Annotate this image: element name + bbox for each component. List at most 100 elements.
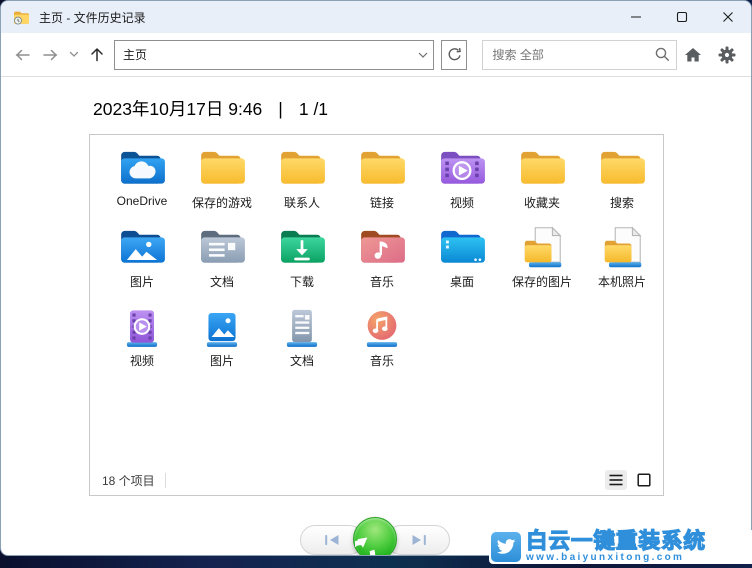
file-item[interactable]: 视频 <box>102 301 182 380</box>
search-box <box>482 39 677 70</box>
snapshot-heading: 2023年10月17日 9:46 | 1 /1 <box>93 96 328 121</box>
file-item-label: 音乐 <box>369 354 394 368</box>
bird-logo-icon <box>491 532 521 562</box>
file-item-label: 音乐 <box>369 275 394 289</box>
file-item-label: 保存的图片 <box>511 275 572 289</box>
maximize-button[interactable] <box>659 1 705 33</box>
refresh-button[interactable] <box>441 39 468 70</box>
onedrive-folder-icon <box>117 143 167 193</box>
videos-library-icon <box>117 301 167 351</box>
file-item-label: 图片 <box>129 275 154 289</box>
watermark-title: 白云一键重装系统 <box>525 529 707 553</box>
watermark: 白云一键重装系统 www.baiyunxitong.com <box>489 530 752 564</box>
music-library-icon <box>357 301 407 351</box>
recent-locations-button[interactable] <box>67 41 81 69</box>
restore-button[interactable] <box>353 517 397 555</box>
file-item-label: 保存的游戏 <box>191 196 252 210</box>
file-item-label: 图片 <box>209 354 234 368</box>
details-view-button[interactable] <box>605 470 627 490</box>
toolbar <box>1 33 751 77</box>
snapshot-date: 2023年10月17日 9:46 <box>93 99 263 119</box>
documents-folder-icon <box>197 222 247 272</box>
thumbnail-view-button[interactable] <box>633 470 655 490</box>
file-item[interactable]: 文档 <box>182 222 262 301</box>
chevron-down-icon <box>69 51 79 57</box>
up-button[interactable] <box>85 41 110 69</box>
address-input[interactable] <box>115 47 414 62</box>
previous-icon <box>324 535 338 545</box>
yellow-folder-icon <box>277 143 327 193</box>
downloads-folder-icon <box>277 222 327 272</box>
yellow-folder-icon <box>597 143 647 193</box>
chevron-down-icon <box>418 52 428 58</box>
yellow-folder-icon <box>517 143 567 193</box>
file-item-label: OneDrive <box>116 194 168 208</box>
file-item-label: 视频 <box>449 196 474 210</box>
file-item-label: 本机照片 <box>597 275 646 289</box>
file-item-label: 视频 <box>129 354 154 368</box>
heading-divider: | <box>278 99 283 119</box>
saved-pictures-folder-icon <box>517 222 567 272</box>
file-item[interactable]: 收藏夹 <box>502 143 582 222</box>
file-item-label: 下载 <box>289 275 314 289</box>
file-item[interactable]: OneDrive <box>102 143 182 222</box>
thumbnail-view-icon <box>637 473 651 487</box>
back-button[interactable] <box>9 41 34 69</box>
item-count: 18 个项目 <box>102 473 155 488</box>
home-button[interactable] <box>681 42 705 68</box>
restore-arrow-icon <box>355 537 376 555</box>
videos-folder-icon <box>437 143 487 193</box>
file-item[interactable]: 图片 <box>182 301 262 380</box>
file-item[interactable]: 链接 <box>342 143 422 222</box>
file-item[interactable]: 保存的图片 <box>502 222 582 301</box>
file-grid: OneDrive 保存的游戏 联系人 链接 视频 收藏夹 搜索 图片 文档 下载… <box>102 143 661 465</box>
minimize-button[interactable] <box>613 1 659 33</box>
next-icon <box>412 535 426 545</box>
file-item-label: 联系人 <box>283 196 320 210</box>
file-item[interactable]: 本机照片 <box>582 222 662 301</box>
music-folder-icon <box>357 222 407 272</box>
file-item-label: 搜索 <box>609 196 634 210</box>
documents-library-icon <box>277 301 327 351</box>
forward-arrow-icon <box>42 49 57 60</box>
watermark-url: www.baiyunxitong.com <box>526 552 685 563</box>
file-item[interactable]: 音乐 <box>342 301 422 380</box>
file-item[interactable]: 搜索 <box>582 143 662 222</box>
window-title: 主页 - 文件历史记录 <box>39 10 146 25</box>
pictures-library-icon <box>197 301 247 351</box>
home-icon <box>685 47 701 61</box>
file-item-label: 文档 <box>289 354 314 368</box>
file-item-label: 文档 <box>209 275 234 289</box>
address-bar <box>114 39 435 70</box>
file-history-app-icon <box>13 9 31 25</box>
file-panel: OneDrive 保存的游戏 联系人 链接 视频 收藏夹 搜索 图片 文档 下载… <box>89 134 664 496</box>
search-input[interactable] <box>483 47 648 62</box>
file-item[interactable]: 视频 <box>422 143 502 222</box>
refresh-icon <box>448 47 461 61</box>
back-arrow-icon <box>15 49 30 60</box>
yellow-folder-icon <box>197 143 247 193</box>
up-arrow-icon <box>91 48 104 62</box>
camera-roll-folder-icon <box>597 222 647 272</box>
file-item-label: 链接 <box>369 196 394 210</box>
list-view-icon <box>609 474 623 486</box>
pictures-folder-icon <box>117 222 167 272</box>
file-item[interactable]: 文档 <box>262 301 342 380</box>
file-item[interactable]: 图片 <box>102 222 182 301</box>
address-dropdown-button[interactable] <box>413 52 433 58</box>
status-divider <box>164 472 166 488</box>
file-item[interactable]: 桌面 <box>422 222 502 301</box>
search-icon[interactable] <box>648 47 676 62</box>
settings-button[interactable] <box>715 42 739 68</box>
file-item[interactable]: 保存的游戏 <box>182 143 262 222</box>
file-item-label: 桌面 <box>449 275 474 289</box>
desktop-folder-icon <box>437 222 487 272</box>
file-item[interactable]: 联系人 <box>262 143 342 222</box>
snapshot-page: 1 /1 <box>298 99 329 119</box>
file-item[interactable]: 下载 <box>262 222 342 301</box>
close-button[interactable] <box>705 1 751 33</box>
file-history-window: 主页 - 文件历史记录 主页 搜索 全部 2023年10月17日 9:46 | … <box>0 0 752 556</box>
file-item[interactable]: 音乐 <box>342 222 422 301</box>
titlebar: 主页 - 文件历史记录 <box>1 1 751 33</box>
forward-button[interactable] <box>38 41 63 69</box>
